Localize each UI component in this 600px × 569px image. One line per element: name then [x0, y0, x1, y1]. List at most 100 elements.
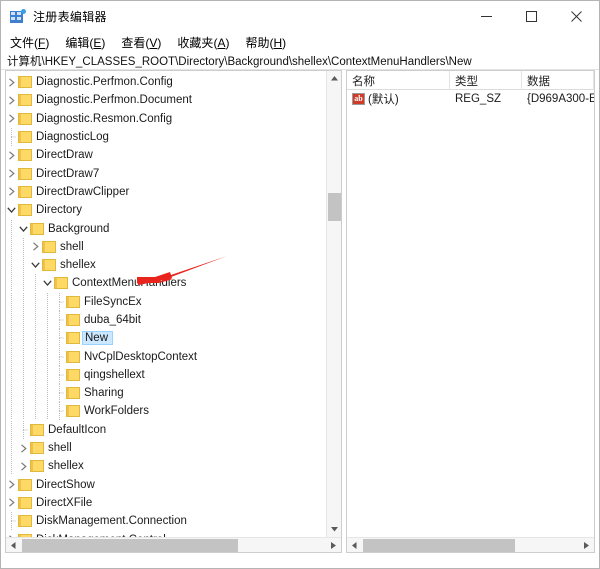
tree-item-filesyncex[interactable]: FileSyncEx [6, 292, 326, 311]
scroll-right-arrow-icon[interactable] [326, 538, 341, 552]
tree-item-background[interactable]: Background [6, 219, 326, 238]
registry-editor-window: 注册表编辑器 文件(F) 编辑(E) 查看(V) 收藏夹(A) 帮助(H) 计算… [0, 0, 600, 569]
column-header-type[interactable]: 类型 [450, 71, 522, 90]
values-list[interactable]: ab (默认) REG_SZ {D969A300-E [347, 90, 594, 537]
chevron-right-icon[interactable] [30, 241, 41, 252]
tree-item-shellex[interactable]: shellex [6, 256, 326, 275]
tree-item-qingshellext[interactable]: qingshellext [6, 365, 326, 384]
tree-item-diskmanagement-connection[interactable]: DiskManagement.Connection [6, 512, 326, 531]
tree-indent-guide [6, 219, 17, 238]
tree-indent-guide [30, 365, 41, 384]
chevron-down-icon[interactable] [30, 260, 41, 271]
tree-item-directxfile[interactable]: DirectXFile [6, 494, 326, 512]
tree-item-workfolders[interactable]: WorkFolders [6, 402, 326, 421]
chevron-right-icon[interactable] [6, 95, 17, 106]
tree-indent-guide [42, 365, 53, 384]
chevron-right-icon[interactable] [18, 443, 29, 454]
tree-item-directory[interactable]: Directory [6, 201, 326, 219]
menu-view[interactable]: 查看(V) [121, 34, 161, 51]
tree-indent-guide [30, 347, 41, 366]
address-bar[interactable]: 计算机\HKEY_CLASSES_ROOT\Directory\Backgrou… [1, 53, 599, 70]
tree-item-shell[interactable]: shell [6, 237, 326, 256]
tree-item-nvcpldesktopcontext[interactable]: NvCplDesktopContext [6, 347, 326, 366]
values-horizontal-scrollbar[interactable] [347, 537, 594, 552]
tree-item-shell[interactable]: shell [6, 439, 326, 458]
values-scroll-right-arrow-icon[interactable] [579, 538, 594, 552]
chevron-right-icon[interactable] [6, 113, 17, 124]
tree-item-directshow[interactable]: DirectShow [6, 476, 326, 494]
chevron-down-icon[interactable] [18, 223, 29, 234]
menu-help[interactable]: 帮助(H) [245, 34, 286, 51]
value-type: REG_SZ [455, 93, 502, 105]
chevron-right-icon[interactable] [6, 497, 17, 508]
tree-item-sharing[interactable]: Sharing [6, 384, 326, 403]
tree-item-new[interactable]: New [6, 329, 326, 348]
tree-item-diagnostic-perfmon-config[interactable]: Diagnostic.Perfmon.Config [6, 73, 326, 91]
tree-indent-guide [6, 420, 17, 439]
chevron-right-icon[interactable] [6, 150, 17, 161]
chevron-right-icon[interactable] [18, 461, 29, 472]
tree-guide [54, 384, 65, 403]
tree-indent-guide [18, 347, 29, 366]
tree-guide [54, 311, 65, 329]
tree-item-defaulticon[interactable]: DefaultIcon [6, 420, 326, 439]
tree-indent-guide [6, 237, 17, 256]
menu-file[interactable]: 文件(F) [10, 34, 49, 51]
column-header-name[interactable]: 名称 [347, 71, 450, 90]
registry-values-pane: 名称 类型 数据 ab (默认) REG_SZ {D969A300-E [346, 70, 595, 553]
tree-indent-guide [30, 384, 41, 403]
tree-item-label: DirectXFile [36, 496, 93, 509]
values-hscroll-thumb[interactable] [363, 539, 515, 552]
registry-tree-pane: Diagnostic.Perfmon.Config Diagnostic.Perf… [5, 70, 342, 553]
tree-indent-guide [6, 384, 17, 403]
tree-item-diagnostic-resmon-config[interactable]: Diagnostic.Resmon.Config [6, 110, 326, 128]
tree-indent-guide [18, 329, 29, 348]
chevron-down-icon[interactable] [42, 278, 53, 289]
tree-item-label: NvCplDesktopContext [84, 350, 198, 363]
tree-item-directdraw7[interactable]: DirectDraw7 [6, 164, 326, 182]
tree-item-label: shell [48, 442, 72, 455]
values-scroll-left-arrow-icon[interactable] [347, 538, 362, 552]
tree-item-shellex[interactable]: shellex [6, 457, 326, 476]
tree-item-directdrawclipper[interactable]: DirectDrawClipper [6, 183, 326, 201]
close-button[interactable] [554, 1, 599, 32]
chevron-right-icon[interactable] [6, 479, 17, 490]
scroll-down-arrow-icon[interactable] [327, 522, 341, 537]
column-header-data[interactable]: 数据 [522, 71, 594, 90]
folder-icon [42, 259, 56, 272]
tree-item-label: shellex [48, 460, 84, 473]
menu-view-label: 查看 [121, 36, 146, 50]
folder-icon [66, 295, 80, 308]
minimize-button[interactable] [464, 1, 509, 32]
tree-item-label: shell [60, 240, 84, 253]
folder-icon [30, 423, 44, 436]
chevron-right-icon[interactable] [6, 77, 17, 88]
tree-indent-guide [6, 274, 17, 293]
value-data-cell: {D969A300-E [522, 93, 594, 105]
tree-item-duba-64bit[interactable]: duba_64bit [6, 311, 326, 329]
tree-horizontal-scrollbar[interactable] [6, 537, 341, 552]
tree-item-diagnosticlog[interactable]: DiagnosticLog [6, 128, 326, 147]
registry-tree[interactable]: Diagnostic.Perfmon.Config Diagnostic.Perf… [6, 71, 326, 537]
tree-item-contextmenuhandlers[interactable]: ContextMenuHandlers [6, 274, 326, 293]
scroll-up-arrow-icon[interactable] [327, 71, 341, 86]
menu-file-label: 文件 [10, 36, 35, 50]
chevron-right-icon[interactable] [6, 186, 17, 197]
tree-hscroll-thumb[interactable] [22, 539, 238, 552]
tree-vscroll-thumb[interactable] [328, 193, 341, 221]
chevron-down-icon[interactable] [6, 205, 17, 216]
tree-item-diagnostic-perfmon-document[interactable]: Diagnostic.Perfmon.Document [6, 91, 326, 109]
chevron-right-icon[interactable] [6, 168, 17, 179]
menu-edit[interactable]: 编辑(E) [65, 34, 105, 51]
tree-vertical-scrollbar[interactable] [326, 71, 341, 537]
folder-icon [18, 131, 32, 144]
scroll-left-arrow-icon[interactable] [6, 538, 21, 552]
value-row[interactable]: ab (默认) REG_SZ {D969A300-E [347, 90, 594, 108]
maximize-button[interactable] [509, 1, 554, 32]
values-column-header[interactable]: 名称 类型 数据 [347, 71, 594, 90]
menu-favorites[interactable]: 收藏夹(A) [177, 34, 229, 51]
folder-icon [18, 204, 32, 217]
tree-item-directdraw[interactable]: DirectDraw [6, 146, 326, 164]
tree-item-diskmanagement-control[interactable]: DiskManagement.Control [6, 530, 326, 537]
tree-indent-guide [42, 292, 53, 311]
